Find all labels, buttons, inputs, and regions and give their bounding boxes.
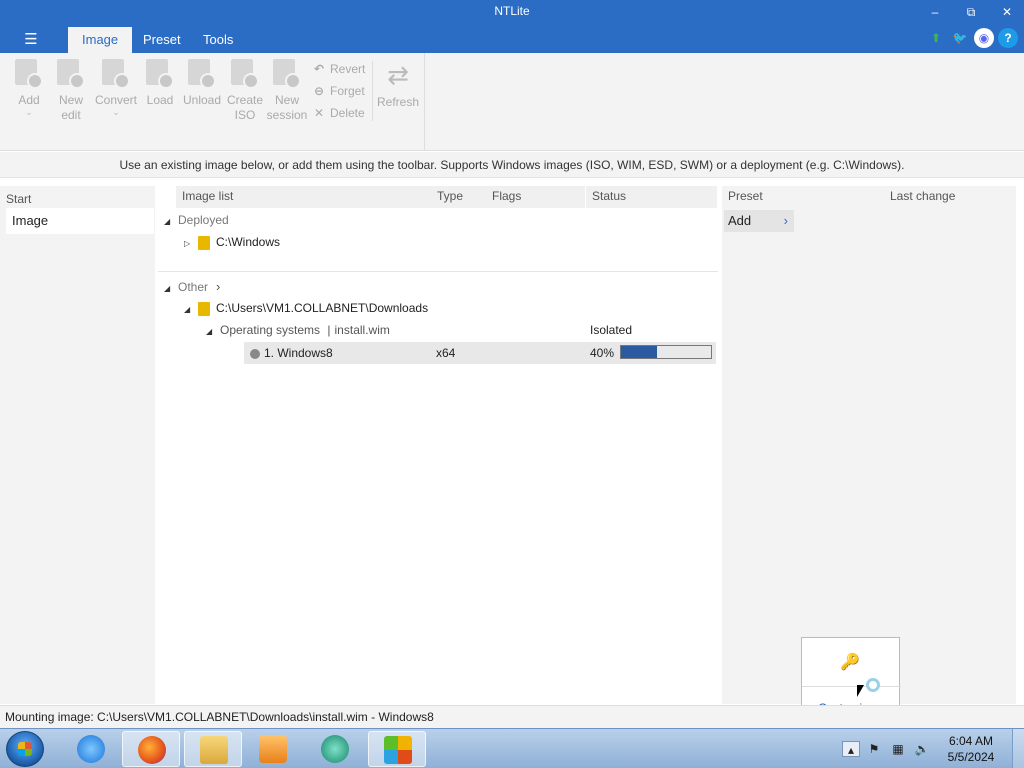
network-icon[interactable]: ▦ (890, 741, 906, 757)
create-iso-button[interactable]: Create ISO (225, 59, 265, 123)
collapse-triangle-icon: ◢ (184, 305, 191, 314)
mount-progress-bar (620, 345, 712, 359)
deployed-windows-row[interactable]: ▷ C:\Windows (184, 231, 280, 253)
os-group-row[interactable]: ◢ Operating systems | install.wim Isolated (206, 319, 718, 341)
new-session-button[interactable]: New session (266, 59, 308, 123)
chevron-right-icon[interactable]: › (216, 279, 220, 294)
load-icon (144, 59, 176, 89)
new-edit-icon (55, 59, 87, 89)
image-bullet-icon (250, 348, 260, 359)
group-separator (158, 271, 718, 272)
ntlite-icon (384, 736, 412, 764)
clock-time: 6:04 AM (948, 734, 994, 748)
collapse-triangle-icon: ◢ (164, 284, 171, 293)
taskbar-app[interactable] (306, 731, 364, 767)
nav-start-label: Start (6, 192, 32, 206)
tab-image[interactable]: Image (68, 27, 133, 53)
taskbar: ▴ ⚑ ▦ 🔈 6:04 AM 5/5/2024 (0, 728, 1024, 768)
left-nav: Start Image (0, 186, 155, 704)
add-icon (13, 59, 45, 89)
preset-panel: Preset Last change Add › (722, 186, 1016, 704)
ribbon-toolbar: Add ⌄ New edit Convert ⌄ Load Unload Create… (0, 53, 1024, 151)
app-icon (321, 735, 349, 763)
folder-icon (198, 301, 210, 316)
taskbar-ie[interactable] (62, 731, 120, 767)
update-arrow-icon[interactable]: ⬆ (926, 28, 946, 48)
nav-item-image[interactable]: Image (6, 208, 154, 234)
refresh-button[interactable]: ⇄ Refresh (376, 59, 420, 109)
key-icon: 🔑 (840, 654, 860, 671)
group-deployed[interactable]: ◢ Deployed (164, 213, 229, 227)
taskbar-firefox[interactable] (122, 731, 180, 767)
image-list-panel: Image list Type Flags Status ◢ Deployed ▷… (158, 186, 718, 704)
create-iso-icon (229, 59, 261, 89)
col-preset[interactable]: Preset (722, 186, 763, 208)
close-button[interactable]: ✕ (992, 2, 1022, 22)
title-bar: NTLite – ⧉ ✕ ☰ Image Preset Tools ⬆ 🐦 ◉ … (0, 0, 1024, 53)
convert-icon (100, 59, 132, 89)
hint-text: Use an existing image below, or add them… (0, 152, 1024, 178)
folder-icon (198, 235, 210, 250)
internet-explorer-icon (77, 735, 105, 763)
add-button[interactable]: Add ⌄ (9, 59, 49, 117)
busy-cursor-icon (866, 678, 880, 692)
chevron-right-icon: › (783, 213, 788, 228)
image-progress-text: 40% (590, 346, 615, 360)
group-other[interactable]: ◢ Other › (164, 279, 220, 294)
col-type[interactable]: Type (431, 186, 487, 208)
unload-button[interactable]: Unload (182, 59, 222, 108)
tab-tools[interactable]: Tools (189, 27, 247, 53)
forget-icon: ⊖ (313, 84, 325, 98)
collapse-triangle-icon: ◢ (164, 217, 171, 226)
restore-button[interactable]: ⧉ (956, 2, 986, 22)
downloads-folder-row[interactable]: ◢ C:\Users\VM1.COLLABNET\Downloads (184, 297, 428, 319)
show-desktop-button[interactable] (1012, 729, 1024, 768)
unload-icon (186, 59, 218, 89)
col-status[interactable]: Status (586, 186, 718, 208)
forget-button[interactable]: ⊖ Forget (312, 81, 372, 101)
media-player-icon (259, 735, 287, 763)
help-icon[interactable]: ? (998, 28, 1018, 48)
taskbar-ntlite[interactable] (368, 731, 426, 767)
ribbon-group-divider (424, 53, 425, 151)
firefox-icon (138, 736, 166, 764)
mouse-cursor-icon (857, 685, 864, 697)
refresh-icon: ⇄ (387, 60, 409, 90)
twitter-icon[interactable]: 🐦 (950, 28, 970, 48)
status-bar: Mounting image: C:\Users\VM1.COLLABNET\D… (0, 705, 1024, 728)
delete-icon: ✕ (313, 106, 325, 120)
volume-icon[interactable]: 🔈 (914, 741, 930, 757)
col-last-change[interactable]: Last change (884, 186, 955, 208)
taskbar-explorer[interactable] (184, 731, 242, 767)
discord-icon[interactable]: ◉ (974, 28, 994, 48)
image-type: x64 (436, 346, 456, 360)
progress-fill (621, 346, 657, 358)
tab-preset[interactable]: Preset (129, 27, 195, 53)
new-session-icon (271, 59, 303, 89)
collapse-triangle-icon: ◢ (206, 327, 213, 336)
taskbar-media-player[interactable] (244, 731, 302, 767)
preset-add-button[interactable]: Add › (724, 210, 794, 232)
new-edit-button[interactable]: New edit (51, 59, 91, 123)
clock[interactable]: 6:04 AM 5/5/2024 (936, 733, 1006, 765)
minimize-button[interactable]: – (920, 2, 950, 22)
ribbon-separator (372, 61, 373, 121)
revert-button[interactable]: ↶ Revert (312, 59, 372, 79)
clock-date: 5/5/2024 (947, 750, 995, 764)
delete-button[interactable]: ✕ Delete (312, 103, 372, 123)
expand-triangle-icon: ▷ (184, 239, 191, 248)
col-flags[interactable]: Flags (486, 186, 586, 208)
col-image-list[interactable]: Image list (176, 186, 434, 208)
hamburger-menu-icon[interactable]: ☰ (18, 30, 44, 50)
status-isolated: Isolated (590, 323, 633, 337)
convert-button[interactable]: Convert ⌄ (94, 59, 138, 117)
window-title: NTLite (494, 4, 530, 18)
load-button[interactable]: Load (140, 59, 180, 108)
show-hidden-icons[interactable]: ▴ (842, 741, 860, 757)
revert-icon: ↶ (313, 62, 325, 76)
file-explorer-icon (200, 736, 228, 764)
flag-icon[interactable]: ⚑ (866, 741, 882, 757)
start-button[interactable] (6, 731, 44, 767)
